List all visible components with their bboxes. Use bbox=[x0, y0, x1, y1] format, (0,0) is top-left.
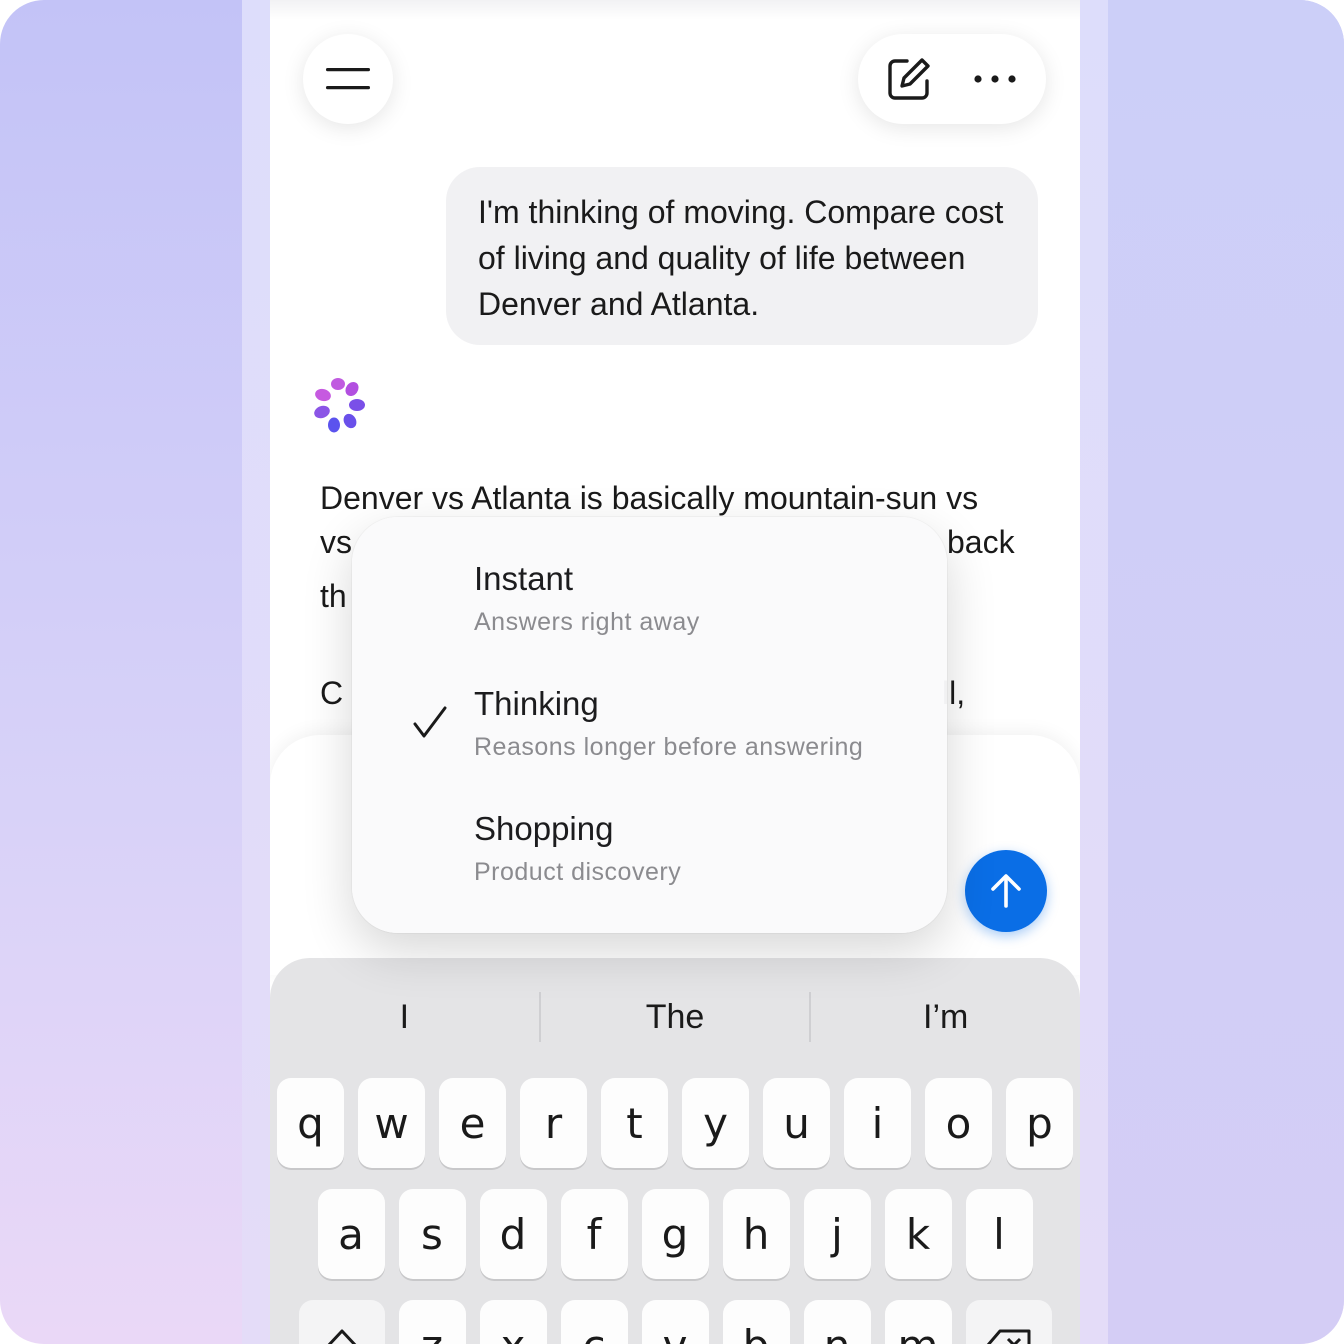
mode-option-description: Reasons longer before answering bbox=[474, 733, 864, 761]
keyboard: I The I’m q w e r t y u i o p a s d f g … bbox=[270, 958, 1080, 1344]
key[interactable]: z bbox=[398, 1300, 466, 1344]
suggestion-item[interactable]: I bbox=[270, 998, 539, 1037]
answer-line-3-start: th bbox=[320, 578, 347, 614]
key[interactable]: g bbox=[641, 1189, 709, 1279]
mode-menu: Instant Answers right away Thinking Reas… bbox=[352, 517, 947, 933]
mode-option-label: Shopping bbox=[474, 810, 614, 847]
assistant-logo-icon bbox=[314, 378, 365, 433]
key[interactable]: v bbox=[641, 1300, 709, 1344]
compose-icon bbox=[888, 58, 930, 100]
key[interactable]: m bbox=[884, 1300, 952, 1344]
key[interactable]: a bbox=[317, 1189, 385, 1279]
mode-option-description: Answers right away bbox=[474, 608, 700, 636]
shift-key[interactable] bbox=[298, 1300, 385, 1344]
key[interactable]: c bbox=[560, 1300, 628, 1344]
menu-button[interactable] bbox=[303, 34, 393, 124]
keyboard-row-2: a s d f g h j k l bbox=[270, 1189, 1080, 1279]
delete-key[interactable] bbox=[965, 1300, 1052, 1344]
status-fade bbox=[270, 0, 1080, 20]
arrow-up-icon bbox=[991, 874, 1021, 908]
key[interactable]: u bbox=[763, 1078, 830, 1168]
key[interactable]: p bbox=[1006, 1078, 1073, 1168]
key[interactable]: y bbox=[682, 1078, 749, 1168]
key[interactable]: e bbox=[439, 1078, 506, 1168]
more-button[interactable] bbox=[960, 44, 1030, 114]
user-message-bubble: I'm thinking of moving. Compare cost of … bbox=[446, 167, 1038, 345]
backspace-icon bbox=[986, 1329, 1030, 1344]
key[interactable]: b bbox=[722, 1300, 790, 1344]
keyboard-row-3: z x c v b n m bbox=[270, 1300, 1080, 1344]
mode-option-instant[interactable]: Instant Answers right away bbox=[474, 559, 934, 639]
suggestion-item[interactable]: I’m bbox=[811, 998, 1080, 1037]
background-right bbox=[1104, 0, 1344, 1344]
checkmark-icon bbox=[413, 706, 447, 738]
key[interactable]: n bbox=[803, 1300, 871, 1344]
keyboard-row-1: q w e r t y u i o p bbox=[270, 1078, 1080, 1168]
mode-option-thinking[interactable]: Thinking Reasons longer before answering bbox=[474, 684, 934, 764]
mode-option-label: Instant bbox=[474, 560, 574, 597]
key[interactable]: t bbox=[601, 1078, 668, 1168]
key[interactable]: x bbox=[479, 1300, 547, 1344]
key[interactable]: l bbox=[965, 1189, 1033, 1279]
key[interactable]: w bbox=[358, 1078, 425, 1168]
mode-option-description: Product discovery bbox=[474, 858, 682, 886]
answer-line-2-end: back bbox=[947, 524, 1015, 560]
key[interactable]: d bbox=[479, 1189, 547, 1279]
hamburger-menu-icon bbox=[326, 68, 370, 90]
answer-line-4-start: C bbox=[320, 675, 344, 711]
user-message-text: I'm thinking of moving. Compare cost of … bbox=[478, 194, 1004, 322]
send-button[interactable] bbox=[965, 850, 1047, 932]
suggestion-bar: I The I’m bbox=[270, 958, 1080, 1076]
mode-option-shopping[interactable]: Shopping Product discovery bbox=[474, 809, 934, 889]
phone-screen: I'm thinking of moving. Compare cost of … bbox=[270, 0, 1080, 1344]
more-horizontal-icon bbox=[974, 75, 1016, 83]
shift-icon bbox=[327, 1329, 356, 1344]
key[interactable]: s bbox=[398, 1189, 466, 1279]
mode-option-label: Thinking bbox=[474, 685, 599, 722]
suggestion-item[interactable]: The bbox=[541, 998, 810, 1037]
key[interactable]: j bbox=[803, 1189, 871, 1279]
key[interactable]: q bbox=[277, 1078, 344, 1168]
key[interactable]: f bbox=[560, 1189, 628, 1279]
key[interactable]: r bbox=[520, 1078, 587, 1168]
key[interactable]: h bbox=[722, 1189, 790, 1279]
background-frame: I'm thinking of moving. Compare cost of … bbox=[0, 0, 1344, 1344]
key[interactable]: o bbox=[925, 1078, 992, 1168]
key[interactable]: i bbox=[844, 1078, 911, 1168]
new-chat-button[interactable] bbox=[874, 44, 944, 114]
header-actions bbox=[858, 34, 1046, 124]
key[interactable]: k bbox=[884, 1189, 952, 1279]
answer-line-2-start: vs bbox=[320, 524, 352, 560]
